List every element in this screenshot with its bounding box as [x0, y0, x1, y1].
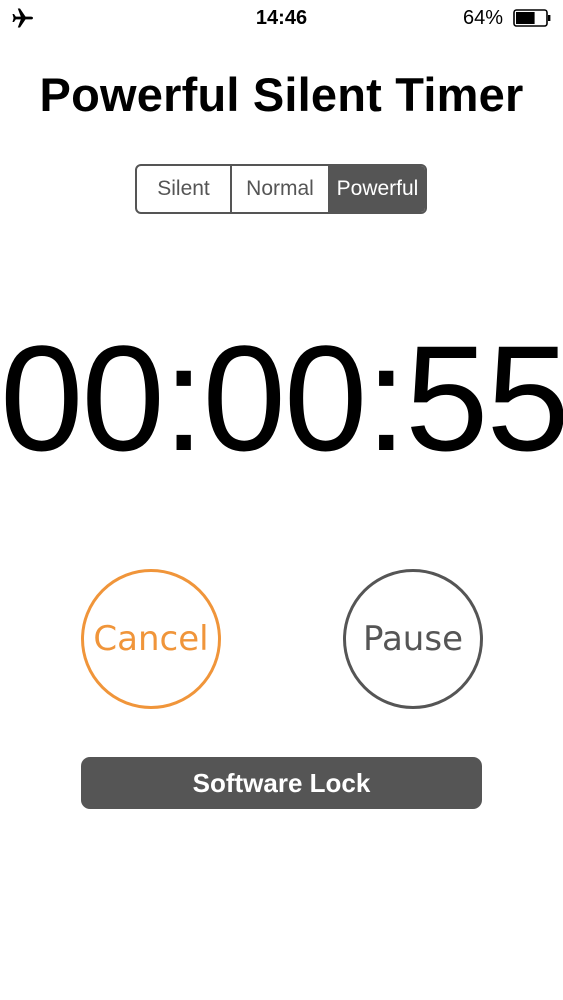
mode-segmented-control: Silent Normal Powerful — [135, 164, 427, 214]
timer-display: 00:00:55 — [0, 314, 563, 482]
software-lock-label: Software Lock — [192, 767, 371, 798]
battery-icon — [513, 9, 551, 27]
battery-percent: 64% — [462, 7, 503, 29]
mode-option-powerful[interactable]: Powerful — [330, 166, 425, 212]
pause-button[interactable]: Pause — [343, 569, 483, 709]
cancel-button[interactable]: Cancel — [81, 569, 221, 709]
mode-option-normal[interactable]: Normal — [232, 166, 330, 212]
mode-option-silent[interactable]: Silent — [137, 166, 232, 212]
cancel-button-label: Cancel — [93, 619, 209, 659]
status-bar: 14:46 64% — [0, 0, 563, 38]
software-lock-button[interactable]: Software Lock — [81, 757, 482, 809]
page-title: Powerful Silent Timer — [39, 68, 524, 121]
pause-button-label: Pause — [363, 619, 463, 659]
